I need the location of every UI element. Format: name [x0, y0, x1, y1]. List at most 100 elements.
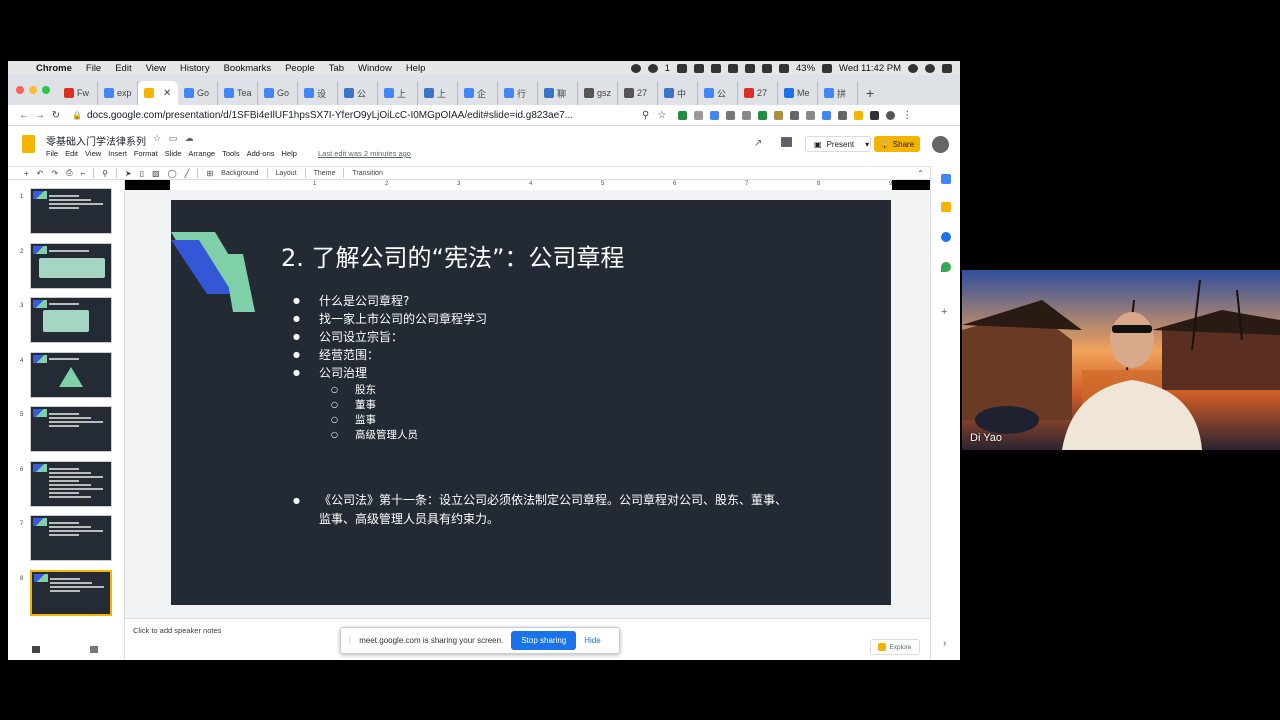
browser-tab[interactable]: Go — [178, 81, 218, 105]
text-box-icon[interactable]: ▯ — [140, 169, 144, 178]
menu-file[interactable]: File — [86, 63, 109, 74]
browser-tab[interactable]: Go — [258, 81, 298, 105]
speaker-notes-placeholder[interactable]: Click to add speaker notes — [133, 626, 221, 635]
chevron-down-icon[interactable]: ▾ — [865, 140, 869, 149]
image-icon[interactable]: ▨ — [152, 169, 160, 178]
browser-tab[interactable]: exp — [98, 81, 138, 105]
slide-thumbnail[interactable] — [30, 351, 112, 398]
profile-icon[interactable] — [886, 110, 896, 120]
menu-people[interactable]: People — [285, 63, 323, 74]
browser-tab[interactable]: 上 — [378, 81, 418, 105]
slide-thumbnail-row[interactable]: 5 — [8, 406, 125, 454]
browser-tab[interactable]: 27 — [618, 81, 658, 105]
browser-tab[interactable]: Tea — [218, 81, 258, 105]
chat-icon[interactable] — [630, 63, 641, 73]
slide-bullet-list[interactable]: 什么是公司章程? 找一家上市公司的公司章程学习 公司设立宗旨： 经营范围： 公司… — [293, 292, 487, 442]
line-icon[interactable]: ╱ — [185, 169, 190, 178]
drag-handle-icon[interactable]: ⁞ — [349, 636, 351, 645]
docs-menu-arrange[interactable]: Arrange — [188, 149, 215, 158]
extension-icon[interactable] — [694, 110, 704, 120]
extension-icon[interactable] — [710, 110, 720, 120]
reload-icon[interactable]: ↻ — [48, 110, 64, 121]
present-button[interactable]: ▣ Present ▾ — [805, 136, 871, 152]
wifi-icon[interactable] — [779, 63, 790, 73]
calendar-icon[interactable] — [941, 174, 951, 184]
slide-thumbnail-row[interactable]: 4 — [8, 351, 125, 400]
bookmark-star-icon[interactable]: ☆ — [657, 110, 666, 121]
tray-icon[interactable] — [677, 63, 688, 73]
menu-history[interactable]: History — [180, 63, 218, 74]
docs-menu-format[interactable]: Format — [134, 149, 158, 158]
puzzle-icon[interactable] — [870, 110, 880, 120]
browser-tab[interactable]: 27 — [738, 81, 778, 105]
slide-thumbnail[interactable] — [30, 242, 112, 289]
extension-icon[interactable] — [726, 110, 736, 120]
extension-icon[interactable] — [758, 110, 768, 120]
url-text[interactable]: docs.google.com/presentation/d/1SFBi4eIl… — [87, 110, 573, 121]
browser-tab[interactable]: 中 — [658, 81, 698, 105]
star-icon[interactable]: ☆ — [153, 133, 161, 143]
menu-tab[interactable]: Tab — [329, 63, 352, 74]
keep-icon[interactable] — [941, 202, 951, 212]
expand-panel-icon[interactable]: › — [943, 638, 946, 649]
browser-tab[interactable]: Fw — [58, 81, 98, 105]
clock[interactable]: Wed 11:42 PM — [839, 63, 901, 74]
lock-icon[interactable]: 🔒 — [72, 111, 82, 120]
theme-button[interactable]: Theme — [314, 170, 336, 177]
menu-edit[interactable]: Edit — [115, 63, 139, 74]
browser-tab[interactable]: 聊 — [538, 81, 578, 105]
docs-menu-edit[interactable]: Edit — [65, 149, 78, 158]
grid-view-icon[interactable] — [90, 646, 98, 653]
cloud-status-icon[interactable]: ☁ — [185, 133, 194, 143]
filmstrip-view-icon[interactable] — [32, 646, 40, 653]
browser-tab[interactable]: Me — [778, 81, 818, 105]
forward-icon[interactable]: → — [32, 110, 48, 121]
battery-icon[interactable] — [822, 63, 833, 73]
activity-trend-icon[interactable]: ↗ — [754, 138, 762, 149]
search-icon[interactable] — [908, 63, 918, 73]
slide-thumbnail-row[interactable]: 7 — [8, 515, 125, 563]
new-tab-icon[interactable]: + — [866, 85, 874, 101]
more-icon[interactable]: ⋮ — [902, 110, 912, 121]
browser-tab[interactable]: 企 — [458, 81, 498, 105]
extension-icon[interactable] — [790, 110, 800, 120]
print-icon[interactable]: ⎙ — [66, 168, 72, 178]
slide-thumbnail[interactable] — [30, 188, 112, 234]
document-title[interactable]: 零基础入门学法律系列 — [46, 133, 146, 148]
docs-menu-slide[interactable]: Slide — [165, 149, 182, 158]
transition-button[interactable]: Transition — [352, 170, 382, 177]
extension-icon[interactable] — [854, 110, 864, 120]
docs-menu-file[interactable]: File — [46, 149, 58, 158]
browser-tab[interactable]: 拼 — [818, 81, 858, 105]
zoom-icon[interactable]: ⚲ — [102, 169, 108, 178]
browser-tab[interactable]: 公 — [698, 81, 738, 105]
control-center-icon[interactable] — [942, 63, 952, 73]
bluetooth-icon[interactable] — [762, 63, 773, 73]
browser-tab[interactable]: gsz — [578, 81, 618, 105]
extension-icon[interactable] — [806, 110, 816, 120]
maps-icon[interactable] — [941, 262, 951, 272]
flag-icon[interactable] — [745, 63, 756, 73]
slides-logo-icon[interactable] — [22, 135, 35, 153]
folder-icon[interactable]: ▭ — [169, 133, 178, 143]
menu-view[interactable]: View — [146, 63, 174, 74]
menu-app-name[interactable]: Chrome — [36, 63, 80, 74]
menu-bookmarks[interactable]: Bookmarks — [224, 63, 280, 74]
menu-window[interactable]: Window — [358, 63, 400, 74]
slide-title[interactable]: 2. 了解公司的“宪法”：公司章程 — [281, 238, 624, 273]
collapse-toolbar-icon[interactable]: ⌃ — [917, 169, 924, 178]
paint-format-icon[interactable]: ⌐ — [80, 169, 85, 178]
browser-tab[interactable]: 上 — [418, 81, 458, 105]
last-edit-link[interactable]: Last edit was 2 minutes ago — [318, 149, 411, 158]
stop-sharing-button[interactable]: Stop sharing — [511, 631, 577, 650]
browser-tab[interactable]: ✕ — [138, 81, 178, 105]
extension-icon[interactable] — [774, 110, 784, 120]
background-button[interactable]: Background — [221, 170, 258, 177]
docs-menu-addons[interactable]: Add-ons — [247, 149, 275, 158]
slide-thumbnail[interactable] — [30, 297, 112, 343]
slide-thumbnail-row[interactable]: 6 — [8, 460, 125, 509]
redo-icon[interactable]: ↷ — [51, 169, 58, 178]
docs-menu-tools[interactable]: Tools — [222, 149, 240, 158]
share-button[interactable]: 🔒 Share — [874, 136, 920, 152]
undo-icon[interactable]: ↶ — [37, 169, 44, 178]
